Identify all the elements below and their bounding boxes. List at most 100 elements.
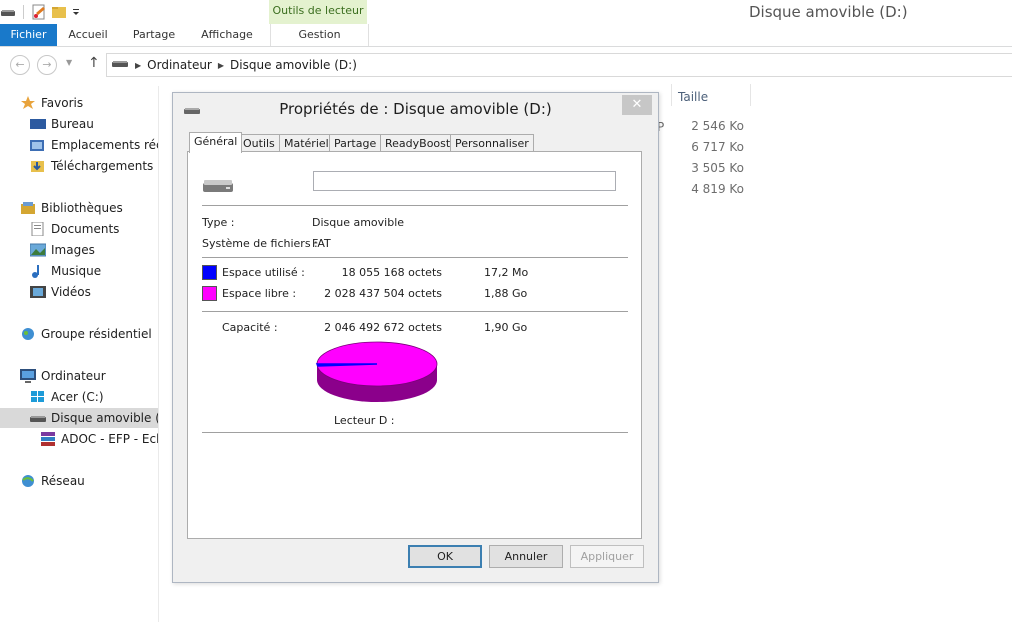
nav-adoc[interactable]: ADOC - EFP - Eche	[40, 429, 158, 449]
filesystem-value: FAT	[312, 237, 331, 250]
tab-materiel[interactable]: Matériel	[279, 134, 334, 152]
divider	[202, 257, 628, 258]
size-cell: 4 819 Ko	[691, 182, 744, 196]
used-space-bytes: 18 055 168 octets	[341, 266, 442, 279]
star-icon	[20, 96, 36, 110]
tab-accueil[interactable]: Accueil	[62, 24, 114, 46]
nav-bibliotheques[interactable]: Bibliothèques	[20, 198, 123, 218]
tab-partage[interactable]: Partage	[126, 24, 182, 46]
up-arrow-icon[interactable]: ↑	[88, 55, 100, 71]
dialog-title: Propriétés de : Disque amovible (D:)	[279, 100, 552, 118]
ribbon-tabs: Fichier Accueil Partage Affichage Gestio…	[0, 24, 1012, 47]
capacity-bytes: 2 046 492 672 octets	[324, 321, 442, 334]
column-header-taille[interactable]: Taille	[678, 90, 708, 104]
navigation-pane: Favoris Bureau Emplacements réce Télécha…	[0, 86, 159, 622]
tab-readyboost[interactable]: ReadyBoost	[380, 134, 456, 152]
tab-outils[interactable]: Outils	[238, 134, 280, 152]
tab-gestion[interactable]: Gestion	[270, 24, 369, 46]
column-separator	[750, 84, 751, 106]
desktop-icon	[30, 117, 46, 131]
tab-partage[interactable]: Partage	[329, 134, 382, 152]
nav-ordinateur[interactable]: Ordinateur	[20, 366, 106, 386]
nav-musique-label: Musique	[51, 264, 102, 278]
recent-locations-chevron-icon[interactable]: ▼	[66, 58, 72, 67]
breadcrumb-separator-icon: ▶	[217, 60, 225, 70]
music-icon	[30, 264, 46, 278]
nav-telechargements[interactable]: Téléchargements	[30, 156, 153, 176]
customize-toolbar-icon[interactable]	[71, 4, 81, 20]
properties-dialog: Propriétés de : Disque amovible (D:) ✕ G…	[172, 92, 659, 583]
breadcrumb-ordinateur[interactable]: Ordinateur	[147, 58, 212, 72]
properties-icon[interactable]	[31, 4, 47, 20]
nav-groupe[interactable]: Groupe résidentiel	[20, 324, 152, 344]
address-box[interactable]: ▶ Ordinateur ▶ Disque amovible (D:)	[106, 53, 1012, 77]
network-icon	[20, 474, 36, 488]
nav-groupe-label: Groupe résidentiel	[41, 327, 152, 341]
new-folder-icon[interactable]	[51, 4, 67, 20]
archive-icon	[40, 432, 56, 446]
libraries-icon	[20, 201, 36, 215]
windows-drive-icon	[30, 390, 46, 404]
cancel-button[interactable]: Annuler	[489, 545, 563, 568]
nav-ordinateur-label: Ordinateur	[41, 369, 106, 383]
nav-musique[interactable]: Musique	[30, 261, 101, 281]
removable-drive-icon	[202, 176, 234, 199]
breadcrumb-separator-icon: ▶	[135, 60, 142, 70]
free-space-human: 1,88 Go	[484, 287, 528, 300]
nav-images-label: Images	[51, 243, 95, 257]
used-space-human: 17,2 Mo	[484, 266, 529, 279]
nav-telechargements-label: Téléchargements	[51, 159, 154, 173]
nav-videos-label: Vidéos	[51, 285, 91, 299]
nav-favoris[interactable]: Favoris	[20, 93, 83, 113]
drive-icon	[111, 58, 129, 73]
tab-fichier[interactable]: Fichier	[0, 24, 57, 46]
used-space-swatch	[202, 265, 217, 280]
nav-adoc-label: ADOC - EFP - Eche	[61, 432, 158, 446]
quick-access-toolbar	[0, 2, 81, 22]
type-value: Disque amovible	[312, 216, 405, 229]
free-space-label: Espace libre :	[222, 287, 297, 300]
close-button[interactable]: ✕	[622, 95, 652, 115]
nav-reseau[interactable]: Réseau	[20, 471, 85, 491]
nav-emplacements[interactable]: Emplacements réce	[30, 135, 158, 155]
drive-letter-label: Lecteur D :	[334, 414, 395, 427]
breadcrumb-disque[interactable]: Disque amovible (D:)	[230, 58, 357, 72]
recent-places-icon	[30, 138, 46, 152]
divider	[202, 311, 628, 312]
homegroup-icon	[20, 327, 36, 341]
computer-icon	[20, 369, 36, 383]
drive-icon	[0, 4, 16, 20]
nav-favoris-label: Favoris	[41, 96, 84, 110]
tab-personnaliser[interactable]: Personnaliser	[450, 134, 534, 152]
general-tab-panel: Type : Disque amovible Système de fichie…	[187, 151, 642, 539]
nav-disque[interactable]: Disque amovible (D:	[0, 408, 158, 428]
pictures-icon	[29, 243, 47, 257]
drive-tools-header: Outils de lecteur	[269, 0, 367, 25]
nav-videos[interactable]: Vidéos	[30, 282, 91, 302]
size-cell: 2 546 Ko	[691, 119, 744, 133]
disk-usage-pie-chart	[315, 341, 438, 402]
nav-images[interactable]: Images	[29, 240, 95, 260]
divider	[202, 432, 628, 433]
divider	[202, 205, 628, 206]
volume-name-input[interactable]	[313, 171, 616, 191]
tab-general[interactable]: Général	[189, 132, 243, 153]
forward-button[interactable]: →	[37, 55, 57, 75]
used-space-label: Espace utilisé :	[222, 266, 305, 279]
nav-reseau-label: Réseau	[41, 474, 85, 488]
nav-documents-label: Documents	[51, 222, 120, 236]
column-separator	[671, 84, 672, 106]
nav-documents[interactable]: Documents	[30, 219, 119, 239]
type-label: Type :	[202, 216, 235, 229]
ok-button[interactable]: OK	[408, 545, 482, 568]
address-bar: ← → ▼ ↑ ▶ Ordinateur ▶ Disque amovible (…	[0, 52, 1012, 78]
size-cell: 3 505 Ko	[691, 161, 744, 175]
videos-icon	[30, 285, 46, 299]
tab-affichage[interactable]: Affichage	[194, 24, 260, 46]
back-button[interactable]: ←	[10, 55, 30, 75]
nav-acer[interactable]: Acer (C:)	[30, 387, 104, 407]
nav-bureau[interactable]: Bureau	[30, 114, 94, 134]
capacity-label: Capacité :	[222, 321, 278, 334]
apply-button[interactable]: Appliquer	[570, 545, 644, 568]
free-space-bytes: 2 028 437 504 octets	[324, 287, 442, 300]
